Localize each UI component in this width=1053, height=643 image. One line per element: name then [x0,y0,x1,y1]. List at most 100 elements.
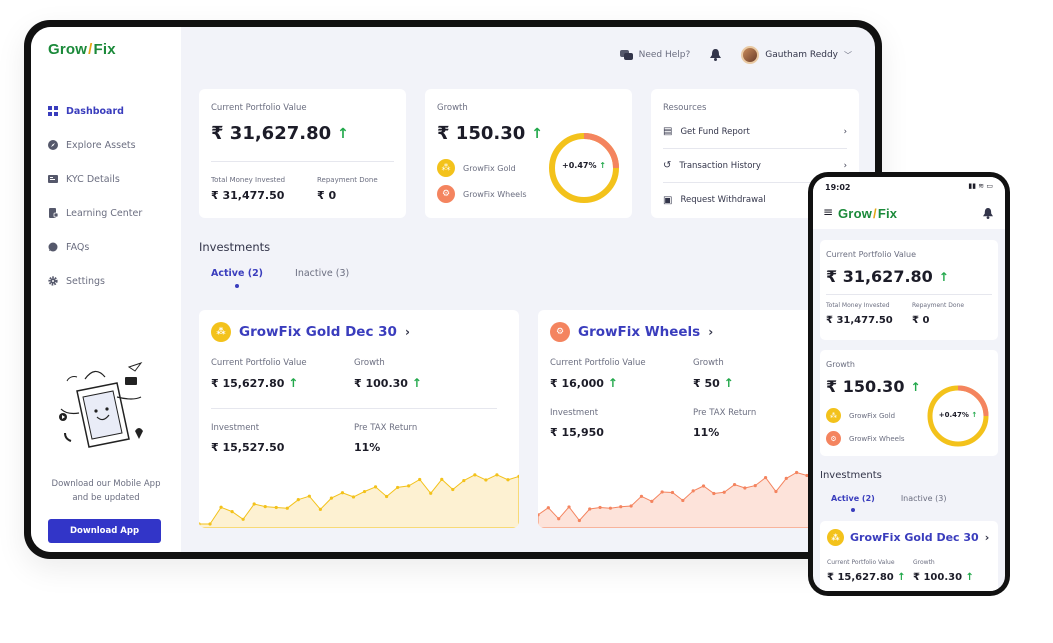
portfolio-label: Current Portfolio Value [211,103,307,113]
phone-investment-tabs: Active (2) Inactive (3) [831,494,947,512]
tab-active[interactable]: Active (2) [211,268,263,288]
sparkline-point [546,506,550,510]
sparkline-point [307,494,311,498]
sparkline-point [681,498,685,503]
sparkline-point [732,482,737,487]
wheel-icon: ⚙ [550,322,570,342]
mobile-app-illustration [59,362,143,448]
inv-title-wheels[interactable]: ⚙ GrowFix Wheels › [550,322,713,342]
download-app-button[interactable]: Download App [48,519,161,543]
main-content: Need Help? Gautham Reddy ﹀ Current Portf… [181,27,875,552]
sparkline-point [362,489,367,494]
sparkline-point [567,505,571,509]
brand-logo[interactable]: Grow/Fix [48,41,181,58]
wheel-icon: ⚙ [437,185,455,203]
chevron-down-icon: ﹀ [844,50,852,60]
tab-active[interactable]: Active (2) [831,494,875,512]
status-time: 19:02 [825,183,851,192]
sidebar-item-learning[interactable]: Learning Center [48,196,181,230]
sparkline-point [784,476,788,481]
sparkline-point [670,490,675,495]
sparkline-point [241,517,245,521]
top-bar: Need Help? Gautham Reddy ﹀ [199,27,857,83]
chevron-right-icon: › [984,531,990,544]
sparkline-point [208,522,212,526]
phone-header: 19:02 ▮▮ ≋ ▭ ≡ Grow/Fix [813,177,1005,229]
sparkline-point [495,473,499,477]
sidebar-nav: Dashboard Explore Assets KYC Details Lea… [48,94,181,298]
gold-sparkline [199,473,519,528]
sparkline-point [577,518,581,523]
sparkline-point [329,496,334,500]
bell-icon[interactable] [983,208,993,219]
sidebar-item-settings[interactable]: Settings [48,264,181,298]
inv-title-gold[interactable]: ⁂ GrowFix Gold Dec 30 › [211,322,410,342]
sparkline-point [639,494,644,498]
sparkline-point [557,517,561,521]
compass-icon [48,140,58,150]
growth-card: Growth ₹ 150.30 ↑ ⁂ GrowFix Gold ⚙ GrowFix … [425,89,632,218]
phone-investments-heading: Investments [820,470,882,481]
arrow-up-icon: ↑ [531,125,543,142]
sidebar-item-dashboard[interactable]: Dashboard [48,94,181,128]
help-link[interactable]: Need Help? [619,49,690,61]
summary-cards: Current Portfolio Value ₹ 31,627.80 ↑ Tot… [199,89,859,219]
sparkline-point [440,477,444,481]
sparkline-point [743,486,747,490]
sparkline-point [619,505,623,509]
hamburger-menu-icon[interactable]: ≡ [823,205,833,219]
phone-screen: 19:02 ▮▮ ≋ ▭ ≡ Grow/Fix Current Portfoli… [813,177,1005,591]
sparkline-point [473,473,477,477]
sparkline-point [318,507,322,511]
portfolio-value-row: ₹ 31,627.80 ↑ [211,123,349,144]
resources-label: Resources [663,103,707,113]
gold-stats: Current Portfolio Value ₹ 15,627.80 ↑ Gro… [211,358,497,454]
sparkline-point [340,491,345,495]
sparkline-point [418,477,422,482]
gold-cpv: ₹ 15,627.80 ↑ [211,376,299,390]
tab-inactive[interactable]: Inactive (3) [901,494,947,503]
gold-icon: ⁂ [437,159,455,177]
get-fund-report-link[interactable]: ▤ Get Fund Report › [663,115,847,149]
invested-value: ₹ 31,477.50 [211,189,285,202]
repayment-label: Repayment Done [317,176,378,184]
sparkline-point [407,484,411,488]
bell-icon[interactable] [710,49,722,61]
brand-logo[interactable]: Grow/Fix [838,206,897,221]
user-menu[interactable]: Gautham Reddy ﹀ [741,46,852,64]
sparkline-point [296,498,300,502]
investment-tabs: Active (2) Inactive (3) [211,268,349,288]
gold-growth: ₹ 100.30 ↑ [354,376,422,390]
sidebar-item-faqs[interactable]: FAQs [48,230,181,264]
sidebar-item-explore[interactable]: Explore Assets [48,128,181,162]
sparkline-point [701,484,706,488]
sparkline-point [722,490,726,494]
sidebar: Grow/Fix Dashboard Explore Assets KYC De… [31,27,181,552]
id-card-icon [48,175,58,183]
sparkline-point [429,491,433,495]
download-promo-text: Download our Mobile App and be updated [51,479,161,503]
growth-percent: +0.47% ↑ [562,161,606,170]
sparkline-point [629,504,633,508]
sparkline-point [462,478,466,483]
sparkline-point [373,485,378,489]
sparkline-point [598,505,602,510]
tablet-screen: Grow/Fix Dashboard Explore Assets KYC De… [31,27,875,552]
sparkline-point [252,502,256,506]
chat-icon [48,242,58,252]
investment-card-wheels[interactable]: ⚙ GrowFix Wheels › Current Portfolio Value… [538,310,838,528]
wheels-cpv: ₹ 16,000 ↑ [550,376,618,390]
investment-card-gold[interactable]: ⁂ GrowFix Gold Dec 30 › Current Portfolio … [199,310,519,528]
wheel-icon: ⚙ [826,431,841,446]
investments-heading: Investments [199,240,271,254]
sparkline-point [753,484,757,488]
phone-frame: 19:02 ▮▮ ≋ ▭ ≡ Grow/Fix Current Portfoli… [808,172,1010,596]
gold-icon: ⁂ [211,322,231,342]
status-icons: ▮▮ ≋ ▭ [968,182,993,190]
avatar [741,46,760,64]
phone-investment-card[interactable]: ⁂ GrowFix Gold Dec 30 › Current Portfolio … [820,521,998,591]
sparkline-point [263,505,267,509]
tab-inactive[interactable]: Inactive (3) [295,268,349,279]
sidebar-item-kyc[interactable]: KYC Details [48,162,181,196]
sparkline-point [274,505,278,510]
